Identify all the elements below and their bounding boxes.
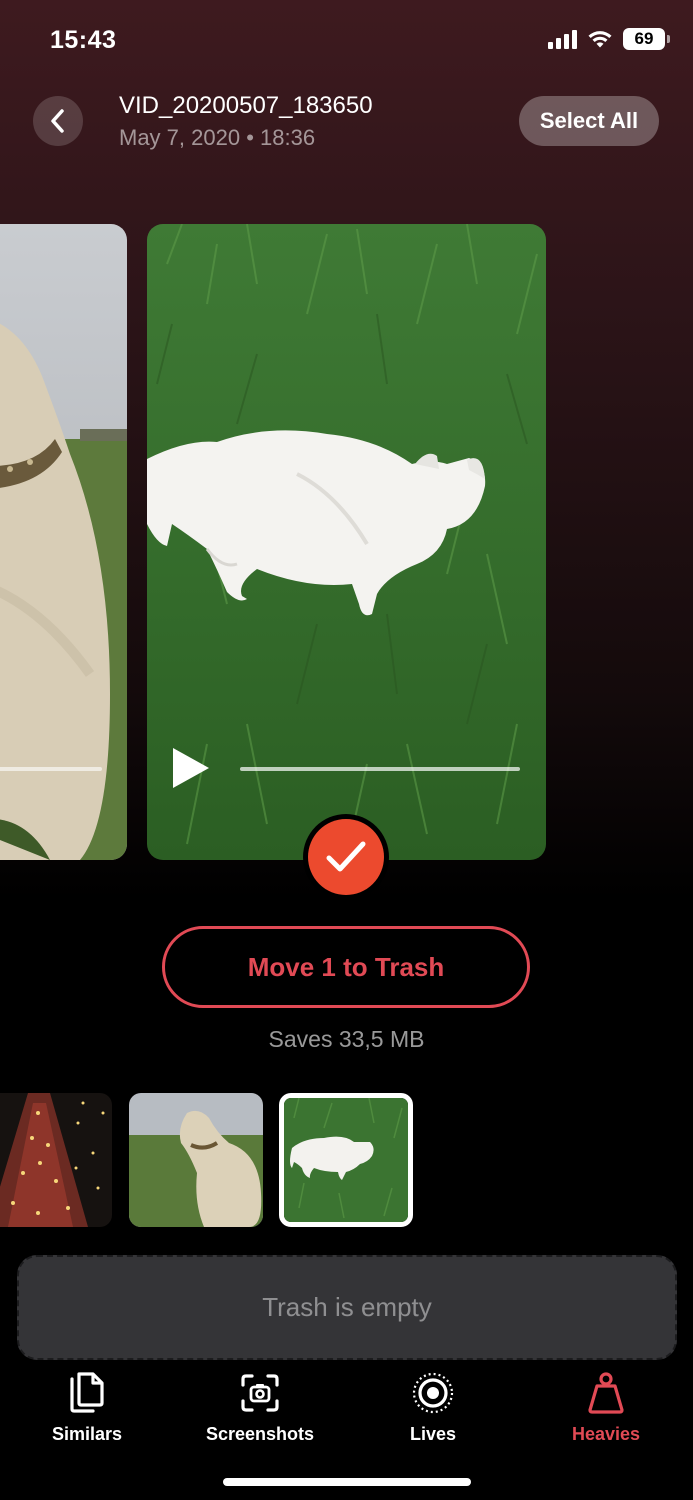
tab-heavies[interactable]: Heavies	[531, 1370, 681, 1445]
checkmark-circle	[308, 819, 384, 895]
trash-drop-zone[interactable]: Trash is empty	[17, 1255, 677, 1360]
previous-video-scrubber[interactable]	[0, 767, 102, 771]
screenshots-icon	[241, 1374, 279, 1412]
lives-icon	[412, 1372, 454, 1414]
tab-similars[interactable]: Similars	[12, 1370, 162, 1445]
screen: 15:43 69 VID_20200507_183650 May 7, 2020…	[0, 0, 693, 1500]
select-all-button[interactable]: Select All	[519, 96, 659, 146]
dog-photo-thumbnail	[0, 224, 127, 860]
tab-similars-label: Similars	[51, 1424, 123, 1444]
heavies-icon	[588, 1372, 624, 1414]
thumbnail-dog-photo[interactable]	[129, 1093, 263, 1227]
christmas-tree-thumbnail	[0, 1093, 112, 1227]
saves-size-text: Saves 33,5 MB	[268, 1026, 425, 1052]
tab-lives[interactable]: Lives	[358, 1370, 508, 1445]
tab-screenshots[interactable]: Screenshots	[185, 1370, 335, 1445]
dog-grass-thumbnail	[284, 1098, 408, 1222]
thumbnail-christmas-tree[interactable]	[0, 1093, 112, 1227]
similars-icon	[70, 1372, 104, 1413]
status-time: 15:43	[50, 26, 117, 54]
tab-screenshots-label: Screenshots	[205, 1424, 315, 1444]
previous-video-card[interactable]	[0, 224, 127, 860]
wifi-icon	[588, 31, 612, 48]
thumbnail-dog-video-selected[interactable]	[279, 1093, 413, 1227]
dog-field-thumbnail	[129, 1093, 263, 1227]
trash-empty-label: Trash is empty	[262, 1292, 432, 1322]
status-icons: 69	[548, 28, 670, 50]
tab-heavies-label: Heavies	[571, 1424, 641, 1444]
tab-lives-label: Lives	[409, 1424, 457, 1444]
selected-checkmark[interactable]	[303, 814, 389, 900]
home-indicator[interactable]	[223, 1478, 471, 1486]
move-to-trash-button[interactable]: Move 1 to Trash	[162, 926, 530, 1008]
video-scrubber[interactable]	[240, 767, 520, 771]
current-video-card[interactable]	[147, 224, 546, 860]
play-icon[interactable]	[169, 744, 213, 792]
back-button[interactable]	[33, 96, 83, 146]
battery-indicator: 69	[623, 28, 670, 50]
video-date: May 7, 2020 • 18:36	[119, 125, 316, 150]
chevron-left-icon	[51, 109, 64, 133]
signal-icon	[548, 29, 577, 49]
video-title: VID_20200507_183650	[119, 92, 373, 119]
check-icon	[326, 841, 366, 872]
